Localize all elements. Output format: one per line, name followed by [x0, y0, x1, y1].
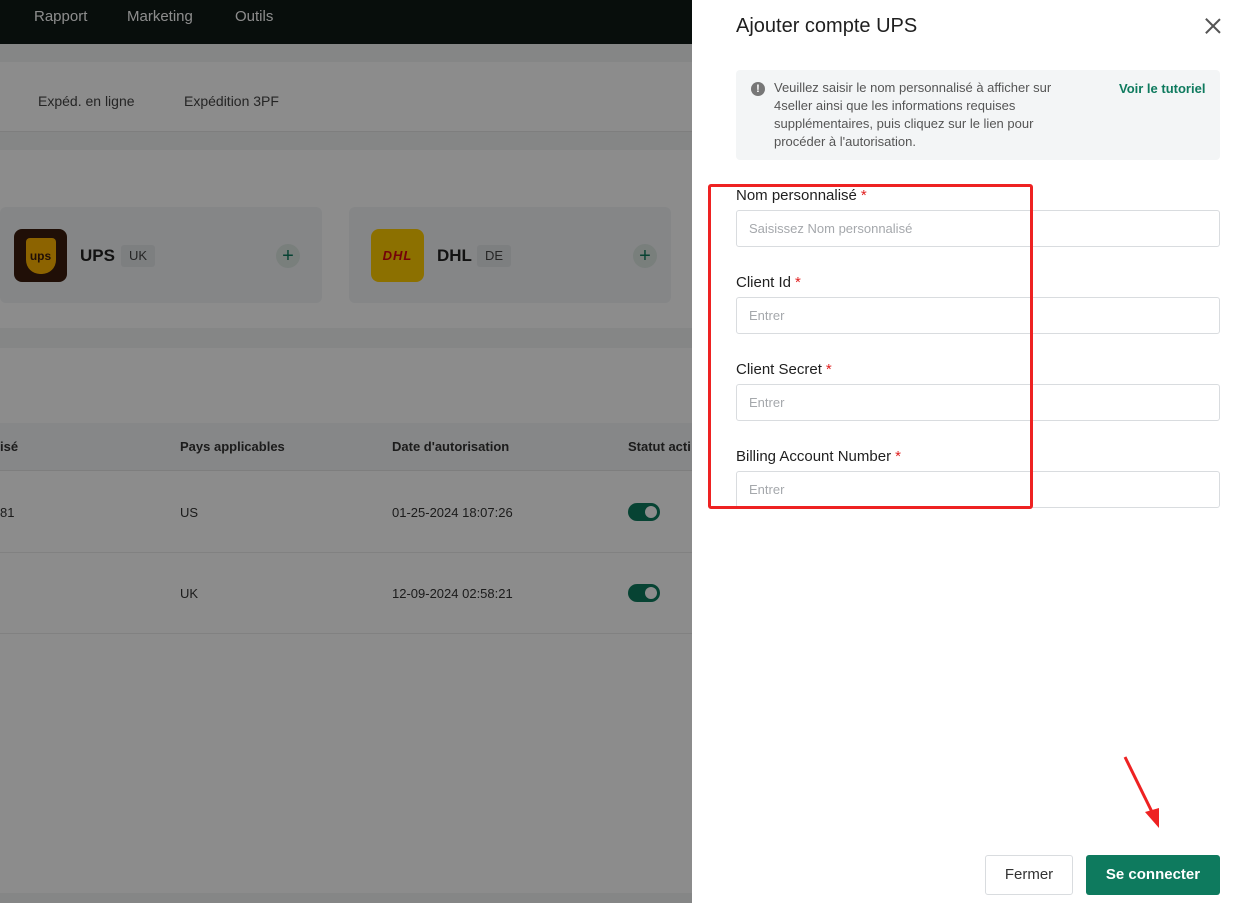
close-icon[interactable] — [1202, 15, 1224, 37]
info-banner: ! Veuillez saisir le nom personnalisé à … — [736, 70, 1220, 160]
field-label-custom-name: Nom personnalisé * — [736, 187, 867, 204]
info-icon: ! — [751, 82, 765, 96]
custom-name-input[interactable] — [736, 210, 1220, 247]
drawer-title: Ajouter compte UPS — [736, 15, 918, 37]
modal-overlay[interactable] — [0, 0, 692, 903]
add-ups-account-drawer: Ajouter compte UPS ! Veuillez saisir le … — [692, 0, 1257, 903]
required-asterisk: * — [795, 274, 801, 291]
required-asterisk: * — [825, 361, 832, 378]
fermer-button[interactable]: Fermer — [985, 855, 1073, 895]
tutorial-link[interactable]: Voir le tutoriel — [1119, 81, 1205, 96]
field-label-client-id: Client Id * — [736, 274, 801, 291]
se-connecter-button[interactable]: Se connecter — [1086, 855, 1220, 895]
required-asterisk: * — [895, 448, 901, 465]
client-id-input[interactable] — [736, 297, 1220, 334]
info-text: Veuillez saisir le nom personnalisé à af… — [774, 80, 1052, 149]
client-secret-input[interactable] — [736, 384, 1220, 421]
billing-account-number-input[interactable] — [736, 471, 1220, 508]
annotation-arrow-icon — [1123, 756, 1159, 828]
field-label-client-secret: Client Secret * — [736, 361, 832, 378]
field-label-billing-account: Billing Account Number * — [736, 448, 901, 465]
required-asterisk: * — [860, 187, 867, 204]
